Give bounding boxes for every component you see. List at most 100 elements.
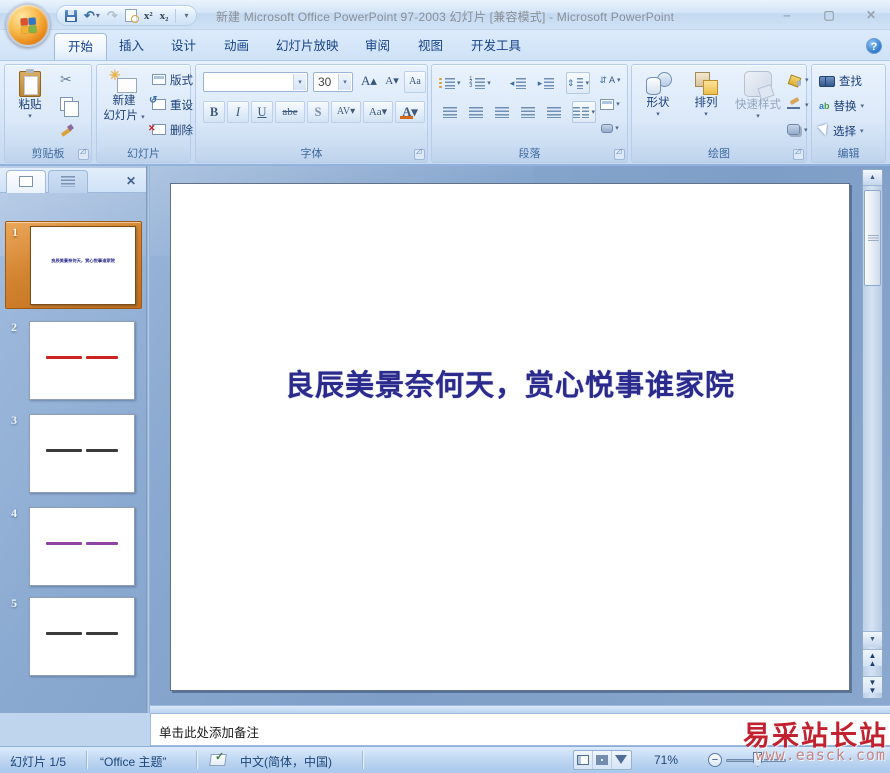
tab-developer[interactable]: 开发工具 <box>458 33 534 60</box>
slide-thumbnail-4[interactable]: 4 <box>5 503 142 591</box>
delete-button[interactable]: 删除 <box>149 119 196 140</box>
undo-button[interactable]: ↶▾ <box>84 9 100 23</box>
clear-formatting-button[interactable]: Aa <box>404 71 426 93</box>
underline-button[interactable]: U <box>251 101 273 123</box>
slide-sorter-button[interactable] <box>593 751 612 769</box>
line-spacing-button[interactable]: ⇕▾ <box>566 72 590 94</box>
minimize-button[interactable]: ‒ <box>774 7 800 23</box>
bold-button[interactable]: B <box>203 101 225 123</box>
shrink-font-button[interactable]: A▾ <box>381 71 403 93</box>
justify-button[interactable] <box>516 101 540 123</box>
paste-button[interactable]: 粘贴 ▾ <box>9 67 51 145</box>
grow-font-button[interactable]: A▴ <box>358 71 380 93</box>
slideshow-button[interactable] <box>612 751 631 769</box>
drawing-dialog-launcher[interactable] <box>793 149 804 160</box>
slide-counter[interactable]: 幻灯片 1/5 <box>10 753 66 770</box>
decrease-indent-button[interactable]: ◂ <box>506 72 530 94</box>
shape-effects-button[interactable]: ▾ <box>784 119 811 140</box>
shapes-button[interactable]: 形状▾ <box>636 67 680 145</box>
shape-fill-button[interactable]: ▾ <box>784 69 812 90</box>
theme-name[interactable]: “Office 主题” <box>100 753 166 770</box>
tab-insert[interactable]: 插入 <box>106 33 157 60</box>
scroll-up-button[interactable]: ▲ <box>863 170 882 186</box>
tab-review[interactable]: 审阅 <box>352 33 403 60</box>
strikethrough-button[interactable]: abe <box>275 101 305 123</box>
paragraph-dialog-launcher[interactable] <box>614 149 625 160</box>
replace-button[interactable]: ab替换▾ <box>816 95 867 116</box>
align-text-button[interactable]: ▾ <box>598 93 622 115</box>
slide-thumbnail-1[interactable]: 1良辰美景奈何天，赏心悦事谁家院 <box>5 221 142 309</box>
font-size-combobox[interactable]: 30 ▾ <box>313 72 353 92</box>
outline-tab[interactable] <box>48 170 88 193</box>
next-slide-button[interactable]: ▼▼ <box>863 676 882 693</box>
change-case-button[interactable]: Aa▾ <box>363 101 393 123</box>
font-color-button[interactable]: A▾ <box>395 101 425 123</box>
font-name-combobox[interactable]: ▾ <box>203 72 308 92</box>
slide-thumbnail-2[interactable]: 2 <box>5 317 142 405</box>
tab-home[interactable]: 开始 <box>54 33 107 60</box>
notes-placeholder[interactable]: 单击此处添加备注 <box>159 722 259 741</box>
slide-thumbnail-page[interactable] <box>29 321 135 400</box>
qat-customize-button[interactable]: ▾ <box>184 9 188 23</box>
find-button[interactable]: 查找 <box>816 70 865 91</box>
slide-thumbnail-page[interactable]: 良辰美景奈何天，赏心悦事谁家院 <box>30 226 136 305</box>
distribute-button[interactable] <box>542 101 566 123</box>
subscript-button[interactable]: x₂ <box>160 9 169 23</box>
align-center-button[interactable] <box>464 101 488 123</box>
new-slide-button[interactable]: ✳ 新建 幻灯片 ▾ <box>99 67 149 145</box>
font-dialog-launcher[interactable] <box>414 149 425 160</box>
close-button[interactable]: ✕ <box>858 7 884 23</box>
slide-thumbnail-page[interactable] <box>29 507 135 586</box>
normal-view-button[interactable] <box>574 751 593 769</box>
redo-button[interactable]: ↷ <box>107 9 118 23</box>
slide-thumbnail-page[interactable] <box>29 597 135 676</box>
slide-title-text[interactable]: 良辰美景奈何天，赏心悦事谁家院 <box>171 362 849 404</box>
slide-thumbnail-3[interactable]: 3 <box>5 410 142 498</box>
clipboard-dialog-launcher[interactable] <box>78 149 89 160</box>
align-left-button[interactable] <box>438 101 462 123</box>
shape-outline-button[interactable]: ▾ <box>784 94 812 115</box>
arrange-button[interactable]: 排列▾ <box>684 67 728 145</box>
tab-design[interactable]: 设计 <box>158 33 209 60</box>
print-preview-button[interactable] <box>125 9 137 22</box>
text-direction-button[interactable]: ⇵A▾ <box>598 69 622 91</box>
slide-thumbnail-5[interactable]: 5 <box>5 593 142 681</box>
zoom-out-button[interactable]: − <box>708 753 722 767</box>
slide-thumbnail-page[interactable] <box>29 414 135 493</box>
columns-button[interactable]: ▾ <box>572 101 596 123</box>
bullets-button[interactable]: ▾ <box>438 72 462 94</box>
slides-tab[interactable] <box>6 170 46 193</box>
tab-view[interactable]: 视图 <box>405 33 456 60</box>
character-spacing-button[interactable]: AV▾ <box>331 101 361 123</box>
scrollbar-thumb[interactable] <box>864 190 881 286</box>
quick-styles-button[interactable]: 快速样式▾ <box>730 67 786 145</box>
convert-smartart-button[interactable]: ▾ <box>598 117 622 139</box>
scroll-down-button[interactable]: ▼ <box>863 631 882 647</box>
zoom-level[interactable]: 71% <box>654 753 678 767</box>
language-indicator[interactable]: 中文(简体，中国) <box>240 753 332 770</box>
spellcheck-icon[interactable] <box>210 752 227 766</box>
italic-button[interactable]: I <box>227 101 249 123</box>
help-button[interactable]: ? <box>866 38 882 54</box>
notes-splitter[interactable] <box>150 705 890 713</box>
office-button[interactable] <box>6 3 50 47</box>
numbering-button[interactable]: 123▾ <box>468 72 492 94</box>
previous-slide-button[interactable]: ▲▲ <box>863 649 882 666</box>
pane-close-icon[interactable]: ✕ <box>126 174 136 188</box>
format-painter-button[interactable] <box>57 119 77 140</box>
vertical-scrollbar[interactable]: ▲ ▼ ▲▲ ▼▼ <box>862 169 883 699</box>
superscript-button[interactable]: x² <box>144 9 153 23</box>
pane-splitter[interactable] <box>146 166 150 713</box>
save-button[interactable] <box>65 10 77 22</box>
increase-indent-button[interactable]: ▸ <box>534 72 558 94</box>
text-shadow-button[interactable]: S <box>307 101 329 123</box>
slide-canvas[interactable]: 良辰美景奈何天，赏心悦事谁家院 <box>170 183 850 691</box>
copy-button[interactable] <box>57 93 76 114</box>
tab-animations[interactable]: 动画 <box>211 33 262 60</box>
cut-button[interactable]: ✂ <box>57 69 75 90</box>
maximize-button[interactable]: ▢ <box>816 7 842 23</box>
tab-slideshow[interactable]: 幻灯片放映 <box>263 33 352 60</box>
align-right-button[interactable] <box>490 101 514 123</box>
reset-button[interactable]: 重设 <box>149 94 196 115</box>
select-button[interactable]: 选择▾ <box>816 120 867 141</box>
